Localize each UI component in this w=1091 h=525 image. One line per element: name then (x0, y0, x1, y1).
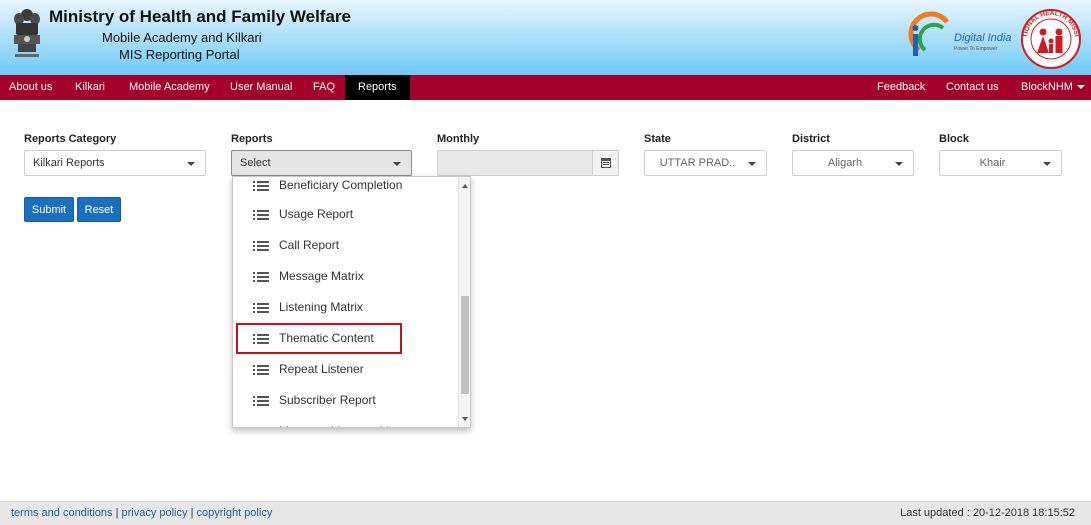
terms-link[interactable]: terms and conditions (11, 507, 113, 519)
district-label: District (792, 133, 830, 145)
list-icon (253, 241, 269, 251)
dropdown-item-listening-matrix[interactable]: Listening Matrix (233, 292, 459, 323)
scroll-down-icon[interactable] (462, 417, 468, 421)
list-icon (253, 210, 269, 220)
privacy-link[interactable]: privacy policy (121, 507, 187, 519)
chevron-down-icon (187, 162, 195, 166)
nhm-logo: NATIONAL HEALTH MISSION (1018, 4, 1081, 69)
reports-category-select[interactable]: Kilkari Reports (24, 150, 206, 176)
nav-mobile-academy[interactable]: Mobile Academy (129, 75, 210, 100)
dropdown-item-label: Listening Matrix (279, 300, 364, 314)
reports-label: Reports (231, 133, 273, 145)
digital-india-logo: Digital India Power To Empower (908, 11, 1011, 56)
list-icon (253, 365, 269, 375)
reports-select[interactable]: Select (231, 150, 412, 176)
user-menu-label: BlockNHM (1021, 81, 1073, 93)
nav-about-us[interactable]: About us (9, 75, 52, 100)
block-select[interactable]: Khair (939, 150, 1062, 176)
chevron-down-icon (1043, 162, 1051, 166)
main-navbar: About us Kilkari Mobile Academy User Man… (0, 75, 1091, 100)
nav-user-manual[interactable]: User Manual (230, 75, 292, 100)
dropdown-item-usage-report[interactable]: Usage Report (233, 199, 459, 230)
reports-value: Select (240, 157, 271, 169)
list-icon (253, 396, 269, 406)
site-header: Ministry of Health and Family Welfare Mo… (0, 0, 1091, 75)
chevron-down-icon (895, 162, 903, 166)
dropdown-item-message-listenership[interactable]: Message Listenership (233, 416, 459, 428)
calendar-button[interactable] (592, 150, 619, 176)
state-select[interactable]: UTTAR PRAD.. (644, 150, 767, 176)
dropdown-item-label: Subscriber Report (279, 393, 376, 407)
calendar-icon (601, 158, 611, 168)
reports-category-label: Reports Category (24, 133, 117, 145)
dropdown-item-label: Call Report (279, 238, 340, 252)
highlight-box (236, 323, 402, 354)
scroll-up-icon[interactable] (462, 184, 468, 188)
dropdown-item-label: Usage Report (279, 207, 354, 221)
nav-kilkari[interactable]: Kilkari (75, 75, 105, 100)
last-updated: Last updated : 20-12-2018 18:15:52 (900, 507, 1075, 519)
state-value: UTTAR PRAD.. (659, 157, 736, 169)
submit-button[interactable]: Submit (24, 197, 74, 222)
dropdown-item-label: Message Listenership (279, 416, 396, 427)
dropdown-item-label: Beneficiary Completion (279, 178, 403, 192)
monthly-label: Monthly (437, 133, 480, 145)
nav-feedback[interactable]: Feedback (877, 75, 925, 100)
footer-links: terms and conditions | privacy policy | … (11, 507, 272, 519)
nav-contact-us[interactable]: Contact us (946, 75, 999, 100)
digital-india-tagline: Power To Empower (954, 46, 998, 52)
dropdown-scrollbar[interactable] (458, 177, 470, 427)
list-icon (253, 272, 269, 282)
list-icon (253, 427, 269, 428)
nav-reports[interactable]: Reports (345, 75, 410, 100)
state-label: State (644, 133, 671, 145)
dropdown-item-label: Message Matrix (279, 269, 364, 283)
list-icon (253, 181, 269, 191)
portal-name: MIS Reporting Portal (119, 47, 240, 62)
chevron-down-icon (393, 162, 401, 166)
link-separator: | (115, 507, 119, 519)
digital-india-text: Digital India (954, 32, 1011, 44)
portal-subtitle: Mobile Academy and Kilkari (102, 30, 262, 45)
dropdown-item-call-report[interactable]: Call Report (233, 230, 459, 261)
dropdown-item-label: Repeat Listener (279, 362, 364, 376)
ministry-title: Ministry of Health and Family Welfare (49, 7, 351, 26)
link-separator: | (190, 507, 194, 519)
reset-button[interactable]: Reset (77, 197, 121, 222)
dropdown-item-repeat-listener[interactable]: Repeat Listener (233, 354, 459, 385)
dropdown-item-beneficiary-completion[interactable]: Beneficiary Completion (233, 177, 459, 201)
site-footer: terms and conditions | privacy policy | … (0, 501, 1091, 525)
block-label: Block (939, 133, 969, 145)
district-value: Aligarh (827, 157, 863, 169)
copyright-link[interactable]: copyright policy (197, 507, 273, 519)
district-select[interactable]: Aligarh (792, 150, 914, 176)
chevron-down-icon (748, 162, 756, 166)
national-emblem-icon (14, 9, 40, 57)
chevron-down-icon (1076, 85, 1085, 90)
block-value: Khair (979, 157, 1006, 169)
dropdown-item-message-matrix[interactable]: Message Matrix (233, 261, 459, 292)
nav-faq[interactable]: FAQ (313, 75, 335, 100)
dropdown-item-subscriber-report[interactable]: Subscriber Report (233, 385, 459, 416)
scrollbar-thumb[interactable] (461, 296, 469, 394)
list-icon (253, 303, 269, 313)
user-menu[interactable]: BlockNHM (1021, 75, 1085, 100)
reports-category-value: Kilkari Reports (33, 157, 105, 169)
reports-dropdown: Beneficiary Completion Usage Report Call… (232, 176, 471, 428)
monthly-input[interactable] (437, 150, 592, 176)
